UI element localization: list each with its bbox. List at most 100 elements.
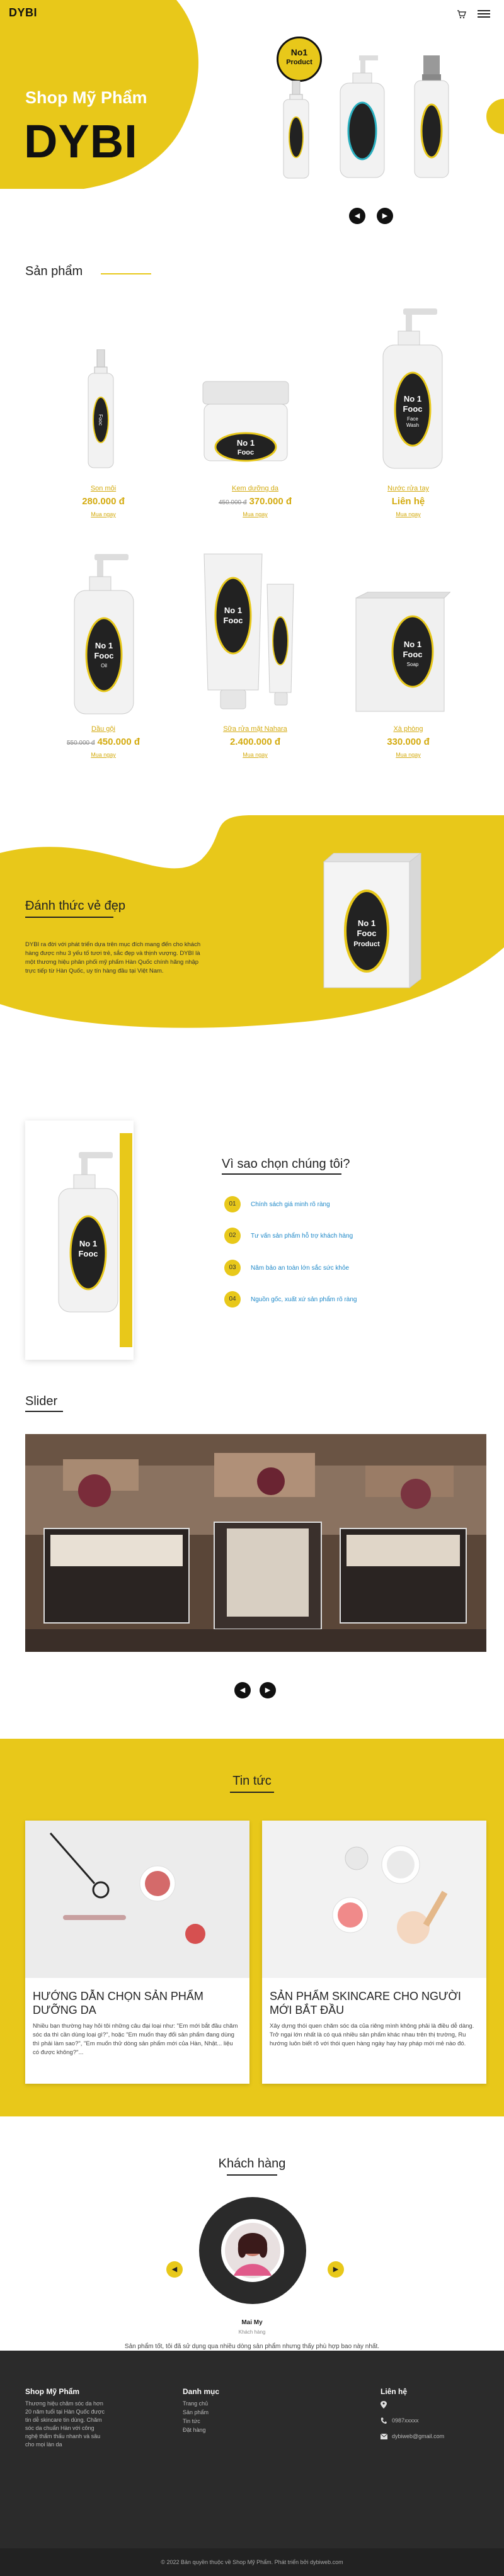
news-image-makeup[interactable] [25, 1821, 249, 1978]
hero-spray-bottle [414, 55, 449, 178]
svg-text:Oil: Oil [101, 663, 107, 669]
product-old-price: 450.000 đ [218, 499, 247, 506]
product-image-nuoc-rua-tay[interactable]: No 1 Fooc Face Wash [378, 308, 447, 472]
slider-image-store[interactable] [25, 1434, 486, 1652]
footer-email[interactable]: dybiweb@gmail.com [392, 2432, 444, 2441]
svg-text:No 1: No 1 [404, 640, 421, 649]
slider-prev-button[interactable]: ◀ [234, 1682, 251, 1698]
footer-brand-text: Thương hiệu chăm sóc da hơn 20 năm tuổi … [25, 2400, 105, 2448]
footer-link-order[interactable]: Đặt hàng [183, 2426, 206, 2434]
svg-text:Fooc: Fooc [94, 651, 113, 660]
bottle-label-text: Fooc [98, 414, 103, 426]
svg-text:No 1: No 1 [237, 438, 255, 448]
news-card-text: Xây dựng thói quen chăm sóc da của riêng… [270, 2023, 474, 2047]
buy-now-link[interactable]: Mua ngay [345, 752, 471, 758]
news-title-underline [230, 1792, 274, 1793]
buy-now-link[interactable]: Mua ngay [40, 511, 166, 517]
footer-contact-title: Liên hệ [381, 2387, 408, 2396]
footer [0, 2351, 504, 2576]
buy-now-link[interactable]: Mua ngay [192, 511, 318, 517]
why-number: 04 [224, 1291, 241, 1308]
why-item-text: Chính sách giá minh rõ ràng [251, 1201, 330, 1208]
footer-link-products[interactable]: Sản phẩm [183, 2409, 209, 2417]
customer-role: Khách hàng [238, 2329, 266, 2335]
hero-subtitle: Shop Mỹ Phẩm [25, 88, 147, 107]
svg-text:Soap: Soap [407, 662, 419, 667]
why-title: Vì sao chọn chúng tôi? [222, 1157, 350, 1171]
product-name[interactable]: Kem dưỡng da [192, 485, 318, 492]
customers-title-underline [227, 2174, 277, 2176]
svg-text:Fooc: Fooc [238, 449, 254, 456]
customers-title: Khách hàng [218, 2157, 286, 2171]
svg-text:No 1: No 1 [358, 918, 375, 928]
product-price: 2.400.000 đ [229, 737, 281, 747]
product-name[interactable]: Dầu gội [40, 725, 166, 733]
about-product-box: No 1 Fooc Product [323, 853, 421, 989]
menu-icon[interactable] [478, 9, 490, 19]
customer-name: Mai My [241, 2319, 263, 2326]
hero-bottle-small [283, 81, 309, 179]
product-name[interactable]: Sữa rửa mặt Nahara [192, 725, 318, 733]
buy-now-link[interactable]: Mua ngay [40, 752, 166, 758]
svg-text:No 1: No 1 [224, 606, 242, 615]
product-price: 280.000 đ [82, 496, 125, 507]
cart-icon[interactable] [456, 9, 466, 19]
slider-next-button[interactable]: ▶ [260, 1682, 276, 1698]
slider-title-underline [25, 1411, 63, 1412]
product-old-price: 550.000 đ [66, 740, 95, 747]
buy-now-link[interactable]: Mua ngay [345, 511, 471, 517]
product-price: 450.000 đ 370.000 đ [218, 496, 292, 507]
news-card-title[interactable]: SẢN PHẨM SKINCARE CHO NGƯỜI MỚI BẮT ĐẦU [270, 1989, 478, 2017]
product-image-son-moi[interactable]: Fooc [82, 349, 120, 475]
about-text: DYBI ra đời với phát triển dựa trên mục … [25, 941, 201, 974]
news-card-title[interactable]: HƯỚNG DẪN CHỌN SẢN PHẨM DƯỠNG DA [33, 1989, 241, 2017]
product-image-kem-duong-da[interactable]: No 1 Fooc [200, 378, 291, 466]
svg-text:Fooc: Fooc [403, 650, 422, 659]
product-name[interactable]: Xà phòng [345, 725, 471, 733]
about-background [0, 815, 504, 1028]
why-item-text: Nguồn gốc, xuất xứ sản phẩm rõ ràng [251, 1296, 357, 1303]
product-name[interactable]: Son môi [40, 485, 166, 492]
about-title: Đánh thức vẻ đẹp [25, 899, 126, 913]
news-title: Tin tức [232, 1774, 272, 1788]
footer-category-title: Danh mục [183, 2387, 220, 2396]
footer-link-news[interactable]: Tin tức [183, 2417, 200, 2426]
hero-next-button[interactable]: ▶ [377, 208, 393, 224]
svg-text:No 1: No 1 [95, 641, 113, 650]
news-image-skincare[interactable] [262, 1821, 486, 1978]
site-logo[interactable]: DYBI [9, 6, 37, 20]
svg-text:No 1: No 1 [79, 1239, 97, 1248]
why-item-text: Tư vấn sản phẩm hỗ trợ khách hàng [251, 1233, 353, 1240]
why-item-text: Nâm bảo an toàn lớn sắc sức khỏe [251, 1265, 350, 1272]
why-number: 02 [224, 1228, 241, 1244]
copyright-text: © 2022 Bản quyền thuộc về Shop Mỹ Phẩm. … [161, 2559, 343, 2565]
customers-next-button[interactable]: ▶ [328, 2261, 344, 2278]
product-image-dau-goi[interactable]: No 1 Fooc Oil [69, 554, 139, 718]
product-image-sua-rua-mat[interactable]: No 1 Fooc [202, 553, 296, 716]
footer-brand-title: Shop Mỹ Phẩm [25, 2387, 80, 2396]
hero-pump-bottle [340, 55, 385, 178]
product-price: 550.000 đ 450.000 đ [66, 737, 140, 747]
about-title-underline [25, 917, 113, 918]
customers-prev-button[interactable]: ◀ [166, 2261, 183, 2278]
svg-text:Face: Face [407, 416, 418, 422]
product-image-xa-phong[interactable]: No 1 Fooc Soap [350, 592, 450, 718]
email-icon [381, 2434, 387, 2439]
buy-now-link[interactable]: Mua ngay [192, 752, 318, 758]
phone-icon [381, 2417, 387, 2424]
hero-title: DYBI [24, 115, 138, 167]
customer-avatar-frame [199, 2197, 306, 2304]
news-card-text: Nhiều bạn thường hay hỏi tôi những câu đ… [33, 2023, 238, 2056]
product-price: Liên hệ [391, 496, 425, 507]
svg-text:Fooc: Fooc [78, 1249, 98, 1258]
why-pump-bottle: No 1 Fooc [58, 1152, 118, 1313]
svg-text:Wash: Wash [406, 422, 419, 428]
product-name[interactable]: Nước rửa tay [345, 485, 471, 492]
svg-text:Product: Product [353, 941, 380, 948]
product-price: 330.000 đ [387, 737, 430, 747]
footer-phone[interactable]: 0987xxxxx [392, 2417, 419, 2425]
hero-prev-button[interactable]: ◀ [349, 208, 365, 224]
footer-link-home[interactable]: Trang chủ [183, 2400, 208, 2408]
svg-text:Fooc: Fooc [357, 929, 376, 938]
svg-text:Fooc: Fooc [223, 616, 243, 625]
